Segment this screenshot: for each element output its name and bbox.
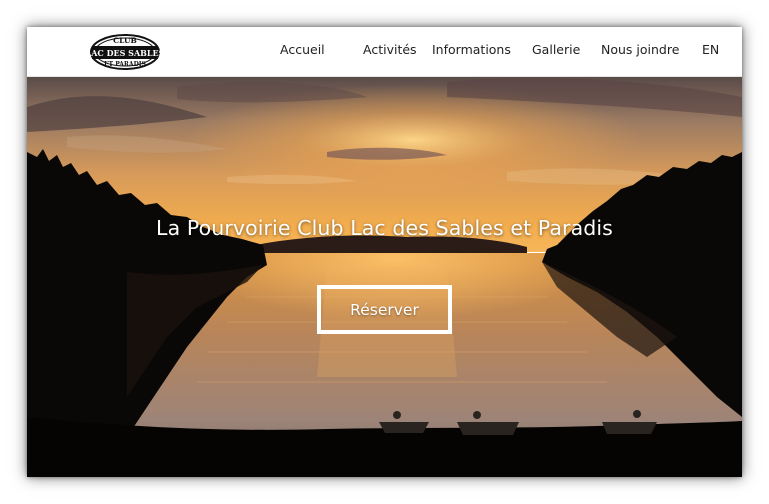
nav-item-accueil[interactable]: Accueil bbox=[280, 42, 325, 57]
reserve-button[interactable]: Réserver bbox=[317, 285, 452, 334]
nav-item-informations[interactable]: Informations bbox=[432, 42, 511, 57]
nav-item-gallerie[interactable]: Gallerie bbox=[532, 42, 580, 57]
language-switch[interactable]: EN bbox=[702, 42, 719, 57]
hero-banner: La Pourvoirie Club Lac des Sables et Par… bbox=[27, 77, 742, 477]
main-nav: Accueil Activités Informations Gallerie … bbox=[27, 27, 742, 77]
nav-item-activites[interactable]: Activités bbox=[363, 42, 417, 57]
browser-viewport: CLUB LAC DES SABLES ET PARADIS Accueil A… bbox=[27, 27, 742, 477]
nav-item-nous-joindre[interactable]: Nous joindre bbox=[601, 42, 679, 57]
hero-title: La Pourvoirie Club Lac des Sables et Par… bbox=[156, 216, 613, 240]
site-header: CLUB LAC DES SABLES ET PARADIS Accueil A… bbox=[27, 27, 742, 77]
sunset-lake-image bbox=[27, 77, 742, 477]
